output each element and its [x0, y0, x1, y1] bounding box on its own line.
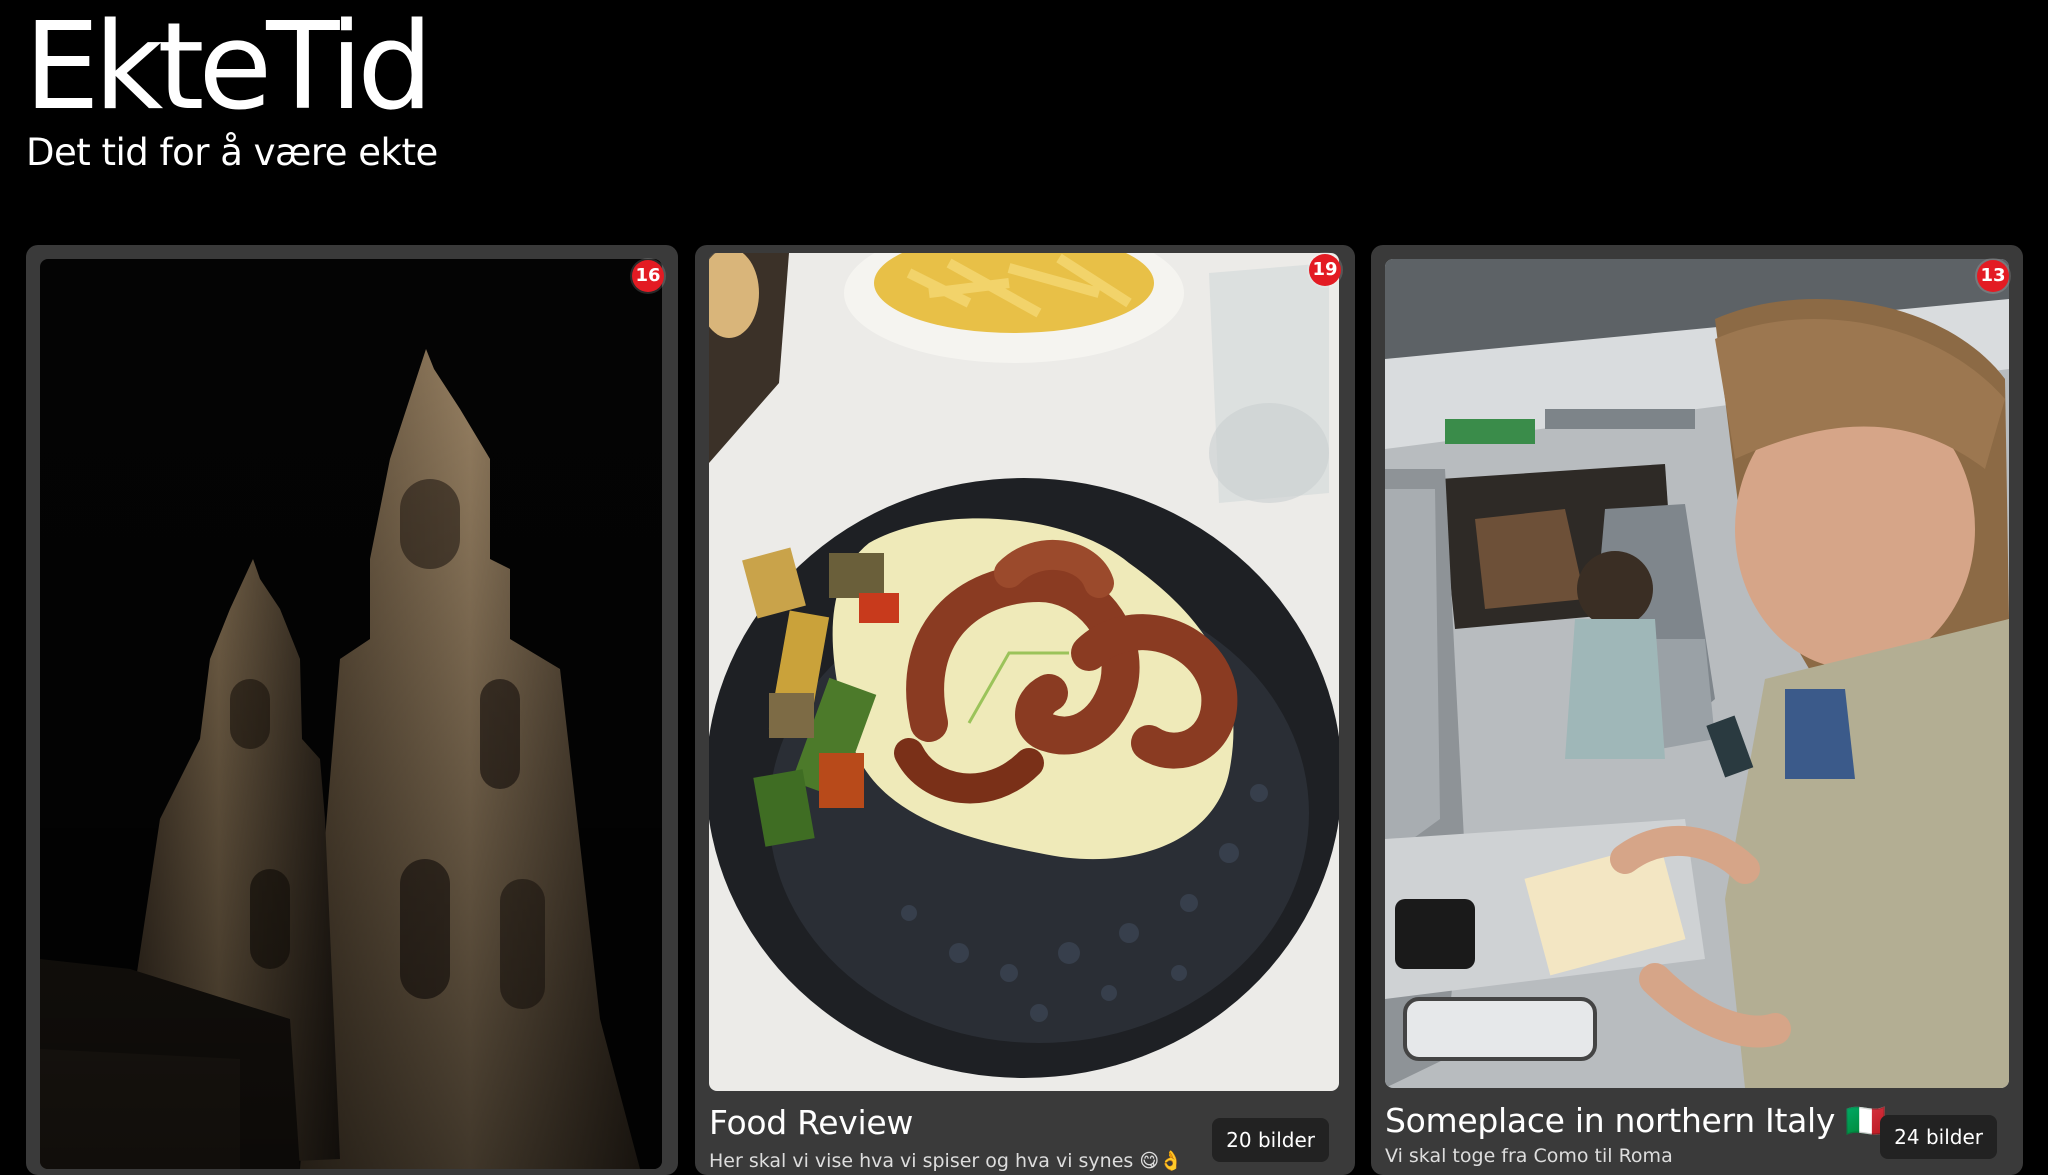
album-title: Food Review [709, 1103, 914, 1142]
album-photo-church[interactable] [40, 259, 662, 1169]
food-photo-image [709, 253, 1339, 1091]
church-photo-image [40, 259, 662, 1169]
photo-count-badge: 13 [1977, 260, 2009, 292]
album-description: Vi skal toge fra Como til Roma [1385, 1145, 1673, 1167]
album-photo-food[interactable] [709, 253, 1339, 1091]
album-card-food-review[interactable]: 19 Food Review Her skal vi vise hva vi s… [695, 245, 1355, 1175]
app-tagline: Det tid for å være ekte [26, 131, 438, 174]
photos-count-pill[interactable]: 20 bilder [1212, 1118, 1329, 1162]
photos-count-pill[interactable]: 24 bilder [1880, 1115, 1997, 1159]
photo-count-badge: 19 [1309, 254, 1341, 286]
album-title: Someplace in northern Italy 🇮🇹 [1385, 1101, 1887, 1140]
album-card-italy[interactable]: 13 Someplace in northern Italy 🇮🇹 Vi ska… [1371, 245, 2023, 1175]
app-title: EkteTid [24, 0, 433, 137]
photo-count-badge: 16 [632, 260, 664, 292]
train-photo-image [1385, 259, 2009, 1088]
album-card[interactable]: 16 [26, 245, 678, 1175]
album-photo-train[interactable] [1385, 259, 2009, 1088]
